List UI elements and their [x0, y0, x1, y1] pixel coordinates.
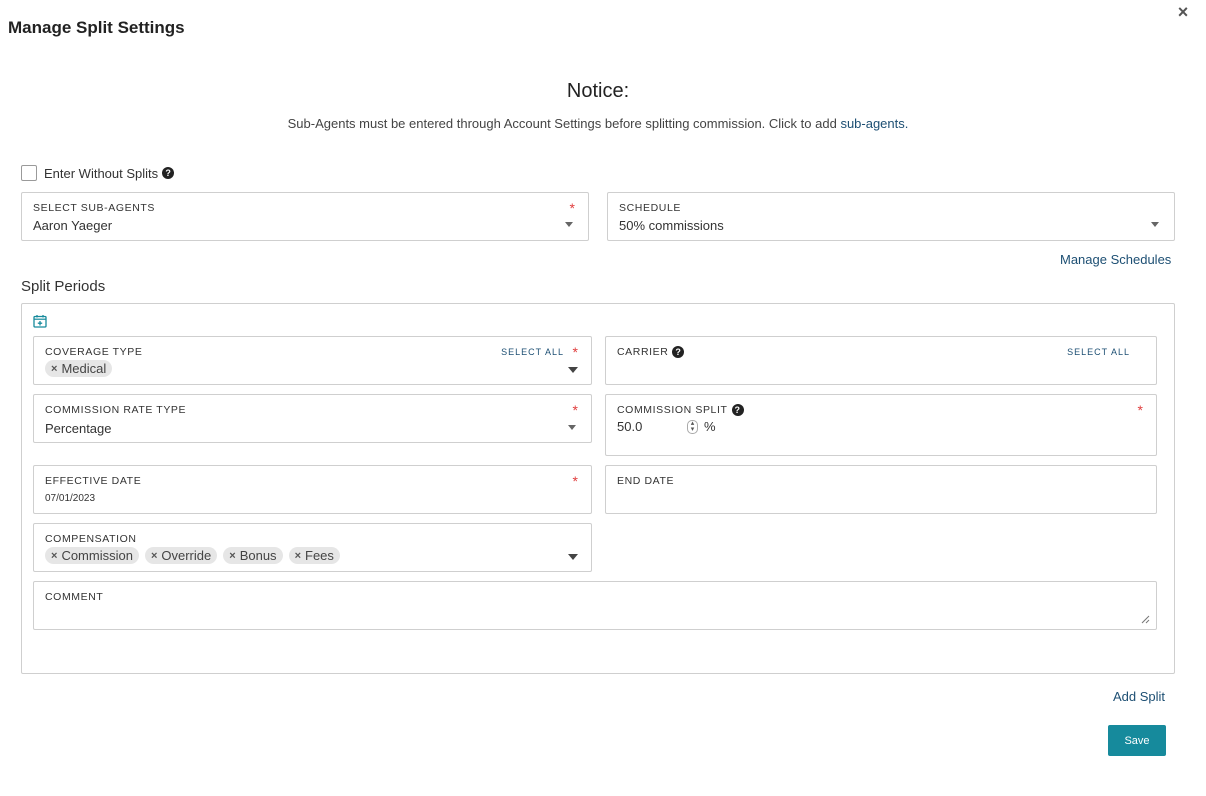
effective-date-field[interactable]: EFFECTIVE DATE * 07/01/2023: [33, 465, 592, 514]
enter-without-splits-label[interactable]: Enter Without Splits: [44, 166, 158, 181]
commission-rate-type-select[interactable]: COMMISSION RATE TYPE * Percentage: [33, 394, 592, 443]
chevron-down-icon[interactable]: [568, 554, 578, 560]
schedule-value: 50% commissions: [619, 218, 724, 233]
add-split-link[interactable]: Add Split: [1113, 689, 1165, 704]
percent-unit: %: [704, 419, 716, 434]
sub-agents-value: Aaron Yaeger: [33, 218, 113, 233]
required-mark: *: [1137, 402, 1143, 418]
x-icon[interactable]: ×: [51, 363, 57, 375]
commission-split-field: COMMISSION SPLIT ? * 50.0 ▴ ▾ %: [605, 394, 1157, 456]
chevron-down-icon[interactable]: [565, 222, 573, 227]
chip-label: Override: [161, 548, 212, 563]
stepper-icon[interactable]: ▴ ▾: [687, 419, 698, 434]
carrier-select[interactable]: CARRIER ? SELECT ALL: [605, 336, 1157, 385]
coverage-type-select[interactable]: COVERAGE TYPE SELECT ALL * × Medical: [33, 336, 592, 385]
chip-fees: × Fees: [288, 547, 340, 564]
comment-textarea[interactable]: COMMENT: [33, 581, 1157, 630]
split-periods-title: Split Periods: [21, 278, 106, 295]
chevron-down-icon[interactable]: [568, 425, 576, 430]
x-icon[interactable]: ×: [229, 550, 235, 562]
coverage-type-label: COVERAGE TYPE: [45, 346, 143, 358]
schedule-label: SCHEDULE: [619, 202, 681, 214]
chip-label: Commission: [61, 548, 133, 563]
chip-label: Medical: [61, 361, 107, 376]
chevron-down-icon[interactable]: [1151, 222, 1159, 227]
coverage-select-all-link[interactable]: SELECT ALL: [501, 347, 564, 357]
enter-without-splits-row: Enter Without Splits ?: [21, 165, 175, 181]
manage-schedules-link[interactable]: Manage Schedules: [1060, 252, 1171, 267]
chip-override: × Override: [144, 547, 218, 564]
save-button[interactable]: Save: [1108, 725, 1166, 756]
comment-label: COMMENT: [45, 591, 104, 603]
required-mark: *: [569, 200, 575, 216]
carrier-select-all-link[interactable]: SELECT ALL: [1067, 347, 1130, 357]
compensation-chips: × Commission × Override × Bonus × Fees: [45, 547, 340, 564]
modal-title: Manage Split Settings: [8, 18, 185, 37]
effective-date-label: EFFECTIVE DATE: [45, 475, 142, 487]
chip-medical: × Medical: [45, 360, 113, 377]
compensation-select[interactable]: COMPENSATION × Commission × Override × B…: [33, 523, 592, 572]
notice-heading: Notice:: [566, 80, 630, 102]
commission-split-input[interactable]: 50.0: [617, 419, 687, 434]
carrier-label: CARRIER: [617, 346, 669, 358]
required-mark: *: [572, 344, 578, 360]
resize-handle-icon[interactable]: [1140, 614, 1150, 624]
close-icon[interactable]: ×: [1175, 2, 1191, 23]
chip-commission: × Commission: [45, 547, 139, 564]
commission-split-input-row: 50.0 ▴ ▾ %: [617, 419, 716, 434]
required-mark: *: [572, 473, 578, 489]
effective-date-input[interactable]: 07/01/2023: [45, 493, 95, 504]
question-circle-icon[interactable]: ?: [731, 404, 744, 416]
x-icon[interactable]: ×: [295, 550, 301, 562]
chip-bonus: × Bonus: [223, 547, 283, 564]
question-circle-icon[interactable]: ?: [672, 346, 685, 358]
chip-label: Fees: [305, 548, 334, 563]
end-date-label: END DATE: [617, 475, 675, 487]
compensation-label: COMPENSATION: [45, 533, 137, 545]
coverage-type-chips: × Medical: [45, 360, 113, 377]
chip-label: Bonus: [239, 548, 277, 563]
notice-message: Sub-Agents must be entered through Accou…: [287, 116, 841, 131]
notice-text: Sub-Agents must be entered through Accou…: [0, 116, 1196, 131]
commission-rate-type-value: Percentage: [45, 421, 112, 436]
commission-split-label-row: COMMISSION SPLIT ?: [617, 404, 744, 416]
calendar-plus-icon[interactable]: [33, 314, 47, 328]
sub-agents-select[interactable]: SELECT SUB-AGENTS * Aaron Yaeger: [21, 192, 589, 241]
end-date-field[interactable]: END DATE: [605, 465, 1157, 514]
commission-split-label: COMMISSION SPLIT: [617, 404, 728, 416]
question-circle-icon[interactable]: ?: [162, 167, 175, 179]
chevron-down-icon[interactable]: [568, 367, 578, 373]
sub-agents-link[interactable]: sub-agents.: [840, 116, 908, 131]
x-icon[interactable]: ×: [151, 550, 157, 562]
required-mark: *: [572, 402, 578, 418]
x-icon[interactable]: ×: [51, 550, 57, 562]
sub-agents-label: SELECT SUB-AGENTS: [33, 202, 156, 214]
commission-rate-type-label: COMMISSION RATE TYPE: [45, 404, 187, 416]
carrier-label-row: CARRIER ?: [617, 346, 685, 358]
schedule-select[interactable]: SCHEDULE 50% commissions: [607, 192, 1175, 241]
enter-without-splits-checkbox[interactable]: [21, 165, 37, 181]
